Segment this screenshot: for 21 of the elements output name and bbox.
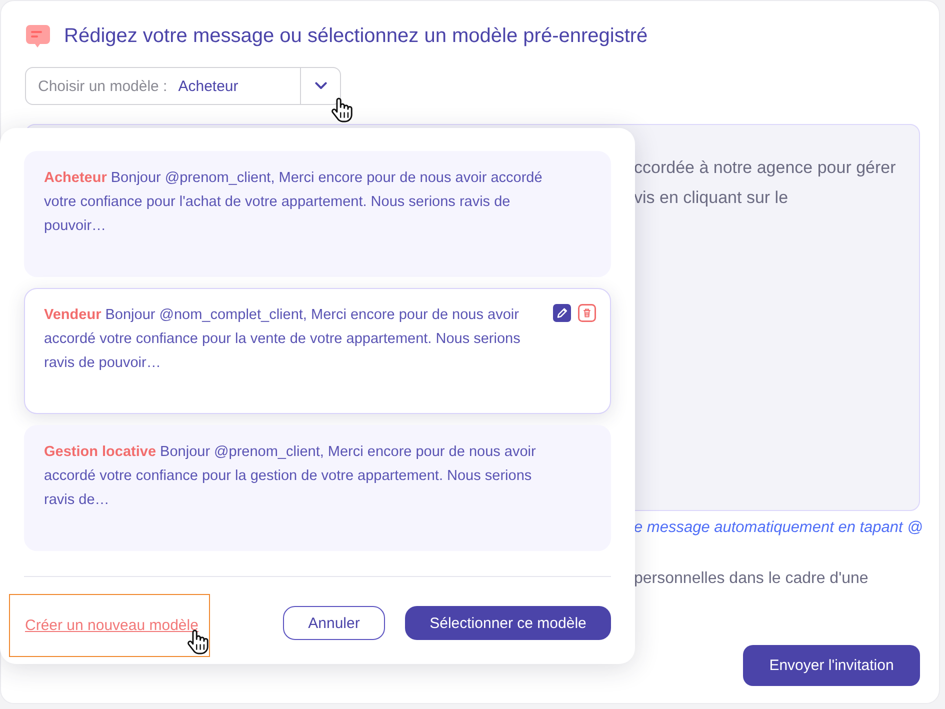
hand-cursor-icon (331, 97, 353, 123)
select-label: Choisir un modèle : (38, 78, 168, 94)
template-text: Vendeur Bonjour @nom_complet_client, Merci encore pour de nous avoir accordé votre confiance pour la vente de votre appartement. Nous serions ravis de pouvoir… (44, 306, 522, 373)
trash-icon[interactable] (578, 304, 596, 322)
message-text: vis en cliquant sur le (634, 188, 788, 207)
select-template-button[interactable]: Sélectionner ce modèle (405, 606, 611, 640)
pencil-icon[interactable] (553, 304, 571, 322)
send-invitation-button[interactable]: Envoyer l'invitation (743, 645, 920, 686)
template-card[interactable]: Acheteur Bonjour @prenom_client, Merci encore pour de nous avoir accordé votre confiance pour l'achat de votre appartement. Nous serions ravis de pouvoir… (24, 151, 611, 277)
template-card[interactable]: Gestion locative Bonjour @prenom_client, Merci encore pour de nous avoir accordé votre confiance pour la gestion de votre appartement. Nous serions ravis de… (24, 425, 611, 551)
template-card[interactable]: Vendeur Bonjour @nom_complet_client, Merci encore pour de nous avoir accordé votre confiance pour la vente de votre appartement. Nous serions ravis de pouvoir… (24, 288, 611, 414)
template-text: Gestion locative Bonjour @prenom_client, Merci encore pour de nous avoir accordé votre confiance pour la gestion de votre appartement. Nous serions ravis de… (44, 443, 537, 510)
message-text: ccordée à notre agence pour gérer (634, 158, 896, 177)
section-title: Rédigez votre message ou sélectionnez un modèle pré-enregistré (64, 24, 648, 48)
chevron-down-icon (314, 82, 326, 90)
hand-cursor-icon (187, 629, 209, 655)
select-value: Acheteur (178, 78, 238, 94)
chat-bubble-icon (26, 24, 50, 48)
template-text: Acheteur Bonjour @prenom_client, Merci encore pour de nous avoir accordé votre confiance pour l'achat de votre appartement. Nous serions ravis de pouvoir… (44, 169, 544, 236)
consent-text: personnelles dans le cadre d'une (634, 570, 868, 587)
cancel-button[interactable]: Annuler (283, 606, 385, 640)
